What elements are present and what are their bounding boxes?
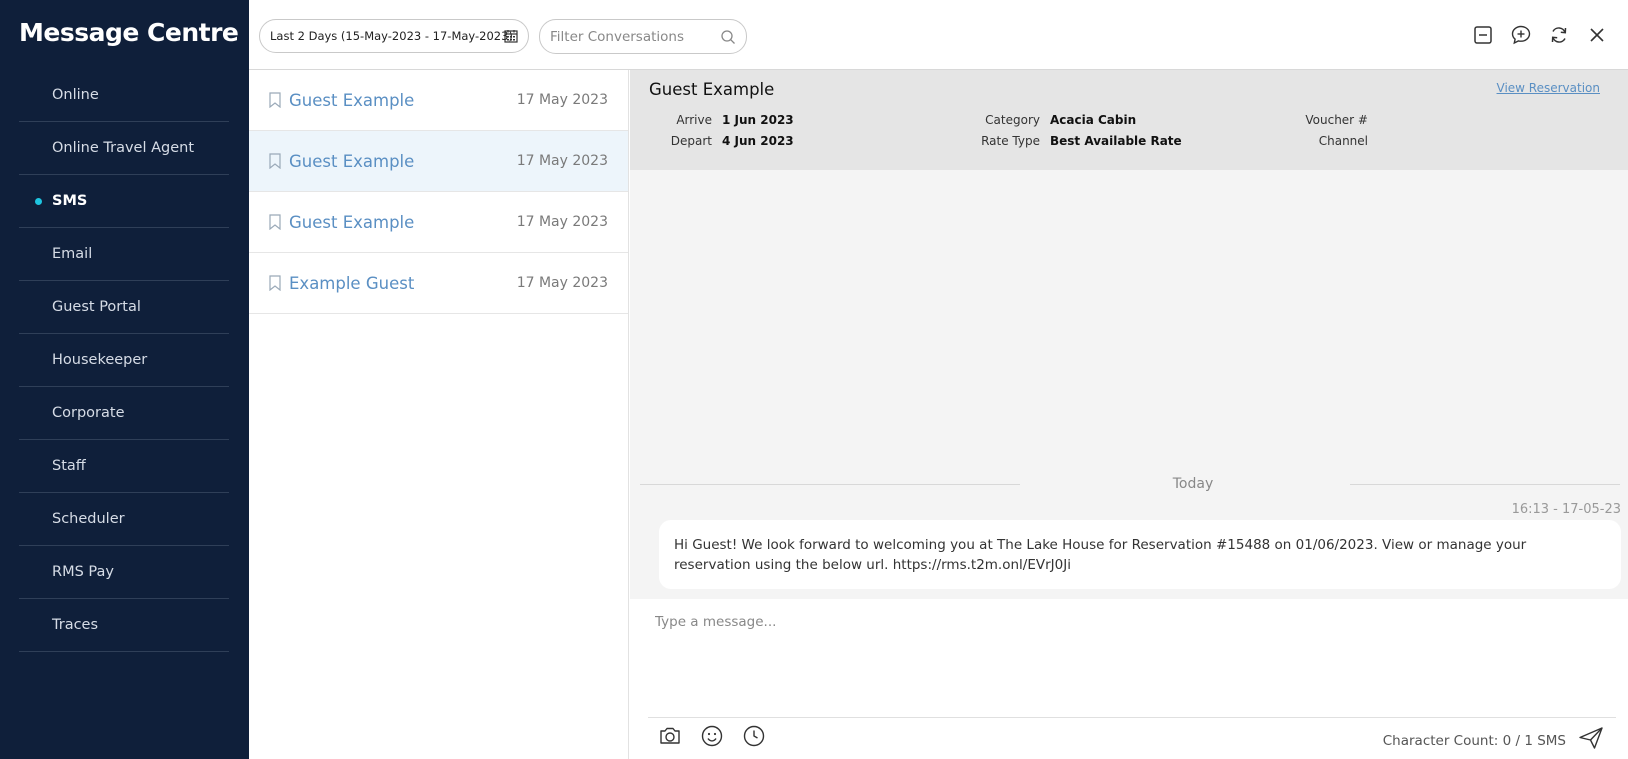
rate-type-value: Best Available Rate	[1050, 134, 1182, 148]
sidebar: Message Centre Online Online Travel Agen…	[0, 0, 249, 759]
conversation-detail: Guest Example View Reservation Arrive 1 J…	[630, 70, 1628, 759]
sidebar-item-guest-portal[interactable]: Guest Portal	[19, 281, 229, 334]
sidebar-item-staff[interactable]: Staff	[19, 440, 229, 493]
sidebar-item-label: Scheduler	[52, 511, 125, 527]
sidebar-item-label: Housekeeper	[52, 352, 148, 368]
bookmark-icon[interactable]	[269, 92, 281, 108]
voucher-field: Voucher #	[1230, 113, 1378, 127]
sidebar-item-sms[interactable]: SMS	[19, 175, 229, 228]
emoji-icon[interactable]	[700, 724, 724, 748]
filter-conversations-input[interactable]	[550, 28, 710, 45]
category-value: Acacia Cabin	[1050, 113, 1137, 127]
rate-type-label: Rate Type	[981, 134, 1040, 148]
sidebar-item-online[interactable]: Online	[19, 69, 229, 122]
message-bubble: Hi Guest! We look forward to welcoming y…	[659, 520, 1621, 589]
send-icon[interactable]	[1578, 725, 1604, 751]
app-title: Message Centre	[19, 18, 239, 47]
search-icon[interactable]	[720, 29, 736, 45]
window-actions	[1472, 24, 1608, 46]
depart-field: Depart 4 Jun 2023	[649, 134, 794, 148]
reservation-header: Guest Example View Reservation Arrive 1 J…	[630, 70, 1628, 170]
conversation-date: 17 May 2023	[516, 153, 608, 169]
conversation-date: 17 May 2023	[516, 214, 608, 230]
view-reservation-link[interactable]: View Reservation	[1497, 81, 1600, 95]
minimize-icon[interactable]	[1472, 24, 1494, 46]
depart-label: Depart	[670, 134, 712, 148]
calendar-icon	[504, 30, 518, 43]
conversation-name: Example Guest	[289, 273, 415, 293]
sidebar-item-housekeeper[interactable]: Housekeeper	[19, 334, 229, 387]
sidebar-item-label: Online Travel Agent	[52, 140, 195, 156]
bookmark-icon[interactable]	[269, 275, 281, 291]
conversation-name: Guest Example	[289, 212, 415, 232]
day-divider-label: Today	[1172, 476, 1214, 492]
arrive-label: Arrive	[676, 113, 712, 127]
date-range-label: Last 2 Days (15-May-2023 - 17-May-2023)	[270, 29, 513, 43]
active-indicator-dot	[35, 198, 42, 205]
depart-value: 4 Jun 2023	[722, 134, 794, 148]
day-divider-line-left	[640, 484, 1020, 485]
sidebar-nav: Online Online Travel Agent SMS Email Gue…	[19, 69, 229, 652]
sidebar-item-label: RMS Pay	[52, 564, 114, 580]
sidebar-item-email[interactable]: Email	[19, 228, 229, 281]
sidebar-item-traces[interactable]: Traces	[19, 599, 229, 652]
compose-tools	[658, 724, 766, 748]
sidebar-item-rms-pay[interactable]: RMS Pay	[19, 546, 229, 599]
compose-divider	[648, 717, 1616, 718]
guest-name: Guest Example	[649, 80, 775, 99]
refresh-icon[interactable]	[1548, 24, 1570, 46]
new-message-icon[interactable]	[1510, 24, 1532, 46]
sidebar-item-label: Guest Portal	[52, 299, 141, 315]
conversation-name: Guest Example	[289, 90, 415, 110]
bookmark-icon[interactable]	[269, 153, 281, 169]
arrive-field: Arrive 1 Jun 2023	[649, 113, 794, 127]
conversation-item[interactable]: Example Guest 17 May 2023	[249, 253, 628, 314]
message-input[interactable]	[655, 614, 1595, 704]
sidebar-item-label: Email	[52, 246, 93, 262]
conversation-name: Guest Example	[289, 151, 415, 171]
conversation-item[interactable]: Guest Example 17 May 2023	[249, 70, 628, 131]
sidebar-item-label: SMS	[52, 193, 88, 209]
sidebar-item-label: Staff	[52, 458, 86, 474]
character-count: Character Count: 0 / 1 SMS	[1382, 733, 1566, 749]
channel-label: Channel	[1318, 134, 1368, 148]
day-divider-line-right	[1350, 484, 1620, 485]
conversation-item[interactable]: Guest Example 17 May 2023	[249, 131, 628, 192]
close-icon[interactable]	[1586, 24, 1608, 46]
message-timestamp: 16:13 - 17-05-23	[1511, 502, 1621, 517]
conversation-item[interactable]: Guest Example 17 May 2023	[249, 192, 628, 253]
compose-area: Character Count: 0 / 1 SMS	[630, 599, 1628, 759]
clock-icon[interactable]	[742, 724, 766, 748]
sidebar-item-scheduler[interactable]: Scheduler	[19, 493, 229, 546]
filter-conversations	[539, 19, 747, 54]
sidebar-item-online-travel-agent[interactable]: Online Travel Agent	[19, 122, 229, 175]
conversation-date: 17 May 2023	[516, 275, 608, 291]
sidebar-item-label: Online	[52, 87, 99, 103]
date-range-picker[interactable]: Last 2 Days (15-May-2023 - 17-May-2023)	[259, 19, 529, 53]
camera-icon[interactable]	[658, 724, 682, 748]
category-field: Category Acacia Cabin	[930, 113, 1136, 127]
sidebar-item-label: Corporate	[52, 405, 125, 421]
sidebar-item-label: Traces	[52, 617, 99, 633]
conversation-date: 17 May 2023	[516, 92, 608, 108]
arrive-value: 1 Jun 2023	[722, 113, 794, 127]
rate-type-field: Rate Type Best Available Rate	[930, 134, 1182, 148]
category-label: Category	[985, 113, 1040, 127]
bookmark-icon[interactable]	[269, 214, 281, 230]
voucher-label: Voucher #	[1305, 113, 1368, 127]
conversation-list: Guest Example 17 May 2023 Guest Example …	[249, 70, 629, 759]
channel-field: Channel	[1230, 134, 1378, 148]
sidebar-item-corporate[interactable]: Corporate	[19, 387, 229, 440]
